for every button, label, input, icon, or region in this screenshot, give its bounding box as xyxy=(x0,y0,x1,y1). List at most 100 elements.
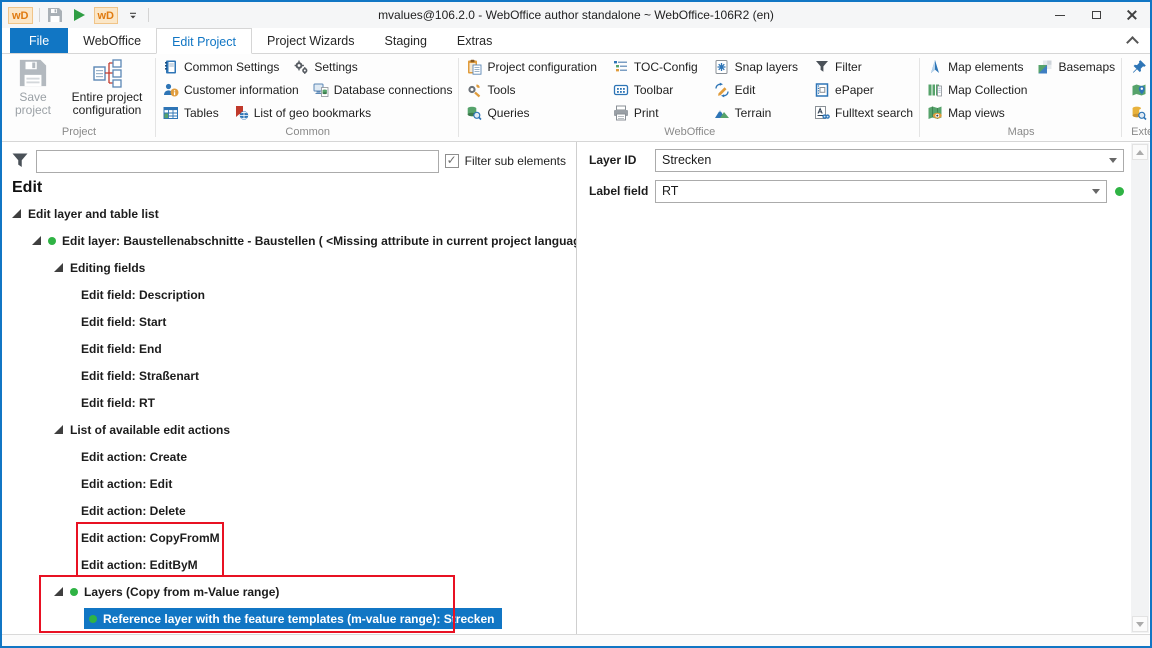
tree-item-editing-fields[interactable]: Editing fields xyxy=(2,254,576,281)
layer-id-label: Layer ID xyxy=(589,153,655,167)
wd-logo-icon[interactable]: wD xyxy=(94,7,119,24)
print-button[interactable]: Print xyxy=(613,104,698,122)
app-window: mvalues@106.2.0 - WebOffice author stand… xyxy=(0,0,1152,648)
terrain-button[interactable]: Terrain xyxy=(714,104,798,122)
maximize-button[interactable] xyxy=(1078,2,1114,28)
queries-button[interactable]: Queries xyxy=(466,104,596,122)
map-marker-search-icon[interactable] xyxy=(1131,82,1147,98)
expanded-arrow-icon[interactable] xyxy=(54,263,63,272)
database-search-icon[interactable] xyxy=(1131,105,1147,121)
tab-project-wizards[interactable]: Project Wizards xyxy=(252,28,370,53)
database-connections-button[interactable]: Database connections xyxy=(313,81,453,99)
customer-information-button[interactable]: Customer information xyxy=(163,81,299,99)
print-label: Print xyxy=(634,106,659,120)
tools-button[interactable]: Tools xyxy=(466,81,596,99)
toolbar-label: Toolbar xyxy=(634,83,673,97)
project-configuration-button[interactable]: Project configuration xyxy=(466,58,596,76)
collapse-ribbon-icon[interactable] xyxy=(1128,36,1136,44)
tree-item-edit-action-copyfromm[interactable]: Edit action: CopyFromM xyxy=(2,524,576,551)
filter-sub-elements-checkbox[interactable] xyxy=(445,154,459,168)
basemaps-label: Basemaps xyxy=(1058,60,1115,74)
gears-icon xyxy=(293,59,309,75)
snap-layers-button[interactable]: Snap layers xyxy=(714,58,798,76)
save-button[interactable] xyxy=(46,6,64,24)
selected-tree-item[interactable]: Reference layer with the feature templat… xyxy=(84,608,502,629)
run-button[interactable] xyxy=(70,6,88,24)
tree-item-edit-action-edit[interactable]: Edit action: Edit xyxy=(2,470,576,497)
green-status-dot xyxy=(89,615,97,623)
tree-item-edit-field-description[interactable]: Edit field: Description xyxy=(2,281,576,308)
filter-button[interactable]: Filter xyxy=(814,58,913,76)
tree-item-edit-field-start[interactable]: Edit field: Start xyxy=(2,308,576,335)
tables-icon xyxy=(163,105,179,121)
scroll-up-button[interactable] xyxy=(1132,144,1148,160)
expanded-arrow-icon[interactable] xyxy=(54,425,63,434)
map-views-button[interactable]: Map views xyxy=(927,104,1005,122)
config-tree: Edit layer and table list Edit layer: Ba… xyxy=(2,200,576,634)
map-collection-icon xyxy=(927,82,943,98)
tree-item-edit-field-end[interactable]: Edit field: End xyxy=(2,335,576,362)
tree-item-edit-action-editbym[interactable]: Edit action: EditByM xyxy=(2,551,576,578)
tab-file[interactable]: File xyxy=(10,28,68,53)
wd-logo-icon[interactable]: wD xyxy=(8,7,33,24)
filter-sub-elements-label: Filter sub elements xyxy=(465,154,570,168)
layer-id-dropdown[interactable]: Strecken xyxy=(655,149,1124,172)
tree-item-reference-layer[interactable]: Reference layer with the feature templat… xyxy=(2,605,576,632)
tree-item-label: Edit action: Delete xyxy=(81,504,186,518)
basemaps-button[interactable]: Basemaps xyxy=(1037,58,1115,76)
tree-item-label: Edit action: CopyFromM xyxy=(81,531,220,545)
tree-item-edit-layer-and-table-list[interactable]: Edit layer and table list xyxy=(2,200,576,227)
tree-item-label: Edit layer and table list xyxy=(28,207,159,221)
edit-label: Edit xyxy=(735,83,756,97)
page-title: Edit xyxy=(12,178,576,198)
tree-item-list-of-available-edit-actions[interactable]: List of available edit actions xyxy=(2,416,576,443)
expanded-arrow-icon[interactable] xyxy=(32,236,41,245)
vertical-scrollbar[interactable] xyxy=(1131,143,1149,633)
run-icon xyxy=(71,7,87,23)
scroll-down-button[interactable] xyxy=(1132,616,1148,632)
customize-quick-access-icon[interactable] xyxy=(124,6,142,24)
group-label-extensions: Exte... xyxy=(1125,126,1152,141)
layer-id-value: Strecken xyxy=(662,153,711,167)
database-connections-label: Database connections xyxy=(334,83,453,97)
database-connections-icon xyxy=(313,82,329,98)
toolbar-button[interactable]: Toolbar xyxy=(613,81,698,99)
epaper-icon xyxy=(814,82,830,98)
tree-item-label: Layers (Copy from m-Value range) xyxy=(84,585,279,599)
tree-item-edit-field-rt[interactable]: Edit field: RT xyxy=(2,389,576,416)
save-icon xyxy=(18,58,48,88)
map-collection-button[interactable]: Map Collection xyxy=(927,81,1027,99)
tab-weboffice[interactable]: WebOffice xyxy=(68,28,156,53)
expanded-arrow-icon[interactable] xyxy=(54,587,63,596)
tree-item-edit-action-delete[interactable]: Edit action: Delete xyxy=(2,497,576,524)
expanded-arrow-icon[interactable] xyxy=(12,209,21,218)
tree-item-layers-copy-from-m-value-range[interactable]: Layers (Copy from m-Value range) xyxy=(2,578,576,605)
close-button[interactable] xyxy=(1114,2,1150,28)
map-elements-button[interactable]: Map elements xyxy=(927,58,1023,76)
entire-project-configuration-button[interactable]: Entire project configuration xyxy=(61,54,153,126)
common-settings-button[interactable]: Common Settings xyxy=(163,58,279,76)
tab-staging[interactable]: Staging xyxy=(370,28,442,53)
settings-label: Settings xyxy=(314,60,357,74)
tree-item-edit-field-strassenart[interactable]: Edit field: Straßenart xyxy=(2,362,576,389)
basemaps-icon xyxy=(1037,59,1053,75)
save-project-button[interactable]: Save project xyxy=(5,54,61,126)
minimize-button[interactable] xyxy=(1042,2,1078,28)
tables-button[interactable]: Tables xyxy=(163,104,219,122)
tables-label: Tables xyxy=(184,106,219,120)
toolbar-icon xyxy=(613,82,629,98)
fulltext-search-button[interactable]: Fulltext search xyxy=(814,104,913,122)
pin-icon[interactable] xyxy=(1131,59,1147,75)
tab-extras[interactable]: Extras xyxy=(442,28,507,53)
tree-item-edit-layer[interactable]: Edit layer: Baustellenabschnitte - Baust… xyxy=(2,227,576,254)
label-field-dropdown[interactable]: RT xyxy=(655,180,1107,203)
filter-input[interactable] xyxy=(36,150,439,173)
toc-config-button[interactable]: TOC-Config xyxy=(613,58,698,76)
edit-button[interactable]: Edit xyxy=(714,81,798,99)
tree-item-edit-action-create[interactable]: Edit action: Create xyxy=(2,443,576,470)
epaper-button[interactable]: ePaper xyxy=(814,81,913,99)
list-of-geo-bookmarks-button[interactable]: List of geo bookmarks xyxy=(233,104,371,122)
compass-needle-icon xyxy=(927,59,943,75)
tab-edit-project[interactable]: Edit Project xyxy=(156,28,252,54)
settings-button[interactable]: Settings xyxy=(293,58,357,76)
